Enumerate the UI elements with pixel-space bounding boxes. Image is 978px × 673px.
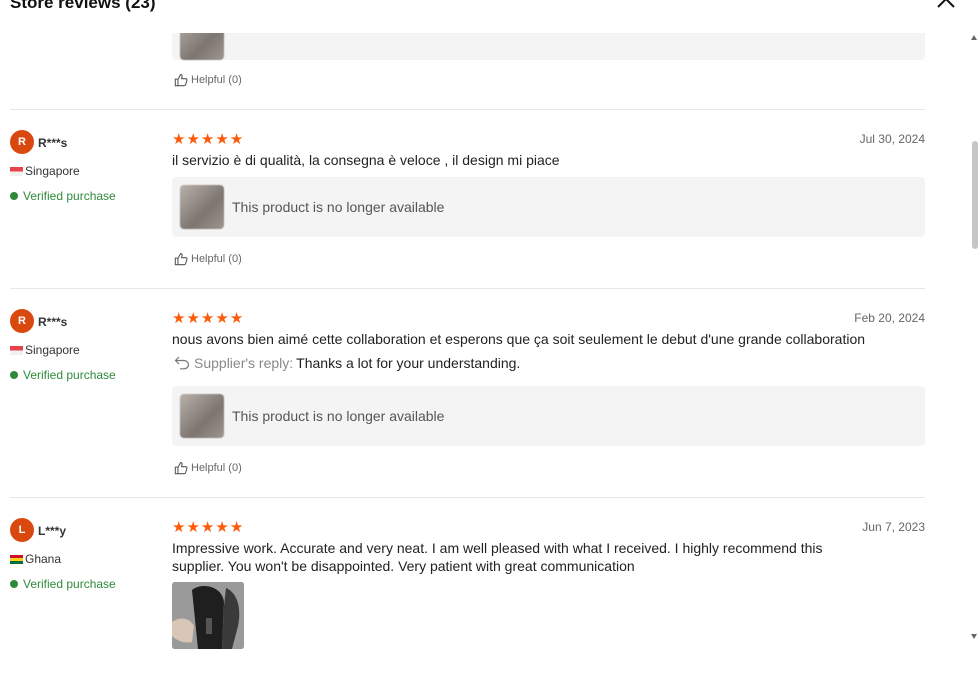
star-icon: ★ xyxy=(172,519,186,536)
product-thumbnail xyxy=(180,185,224,229)
photo-thumbnail-image xyxy=(172,582,244,649)
review-item: L L***y Ghana Verified purchase ★ ★ ★ ★ … xyxy=(0,498,940,650)
avatar: R xyxy=(10,130,34,154)
star-icon: ★ xyxy=(186,131,200,148)
thumbs-up-icon xyxy=(174,74,188,87)
review-item: Helpful (0) xyxy=(0,33,940,110)
scrollbar[interactable] xyxy=(971,33,978,650)
verified-label: Verified purchase xyxy=(23,577,116,591)
star-icon: ★ xyxy=(215,310,229,327)
thumbs-up-icon xyxy=(174,462,188,475)
singapore-flag-icon xyxy=(10,345,23,355)
star-icon: ★ xyxy=(200,519,215,536)
star-icon: ★ xyxy=(172,310,186,327)
review-text: Impressive work. Accurate and very neat.… xyxy=(172,540,823,574)
review-date: Jun 7, 2023 xyxy=(862,520,925,534)
product-card[interactable]: This product is no longer available xyxy=(172,177,925,237)
close-icon xyxy=(937,0,955,8)
reviewer-country: Ghana xyxy=(10,552,61,566)
page-title: Store reviews (23) xyxy=(10,0,156,12)
star-icon: ★ xyxy=(186,519,200,536)
helpful-button[interactable]: Helpful (0) xyxy=(174,461,242,475)
scroll-up-arrow-icon[interactable] xyxy=(971,35,977,40)
star-rating: ★ ★ ★ ★ ★ xyxy=(172,311,243,326)
verified-check-icon xyxy=(10,580,18,588)
star-rating: ★ ★ ★ ★ ★ xyxy=(172,520,243,535)
review-date: Feb 20, 2024 xyxy=(854,311,925,325)
helpful-button[interactable]: Helpful (0) xyxy=(174,252,242,266)
star-icon: ★ xyxy=(215,131,229,148)
review-photo[interactable] xyxy=(172,582,244,649)
scroll-down-arrow-icon[interactable] xyxy=(971,634,977,639)
country-label: Singapore xyxy=(25,343,80,357)
review-text: nous avons bien aimé cette collaboration… xyxy=(172,331,866,347)
ghana-flag-icon xyxy=(10,554,23,564)
star-icon: ★ xyxy=(229,519,244,536)
reviewer-country: Singapore xyxy=(10,164,80,178)
star-icon: ★ xyxy=(172,131,186,148)
reply-text: Thanks a lot for your understanding. xyxy=(296,355,521,371)
star-icon: ★ xyxy=(200,310,215,327)
product-thumbnail xyxy=(180,33,224,60)
review-date: Jul 30, 2024 xyxy=(859,132,925,146)
avatar: L xyxy=(10,518,34,542)
star-icon: ★ xyxy=(215,519,229,536)
product-thumbnail xyxy=(180,394,224,438)
verified-label: Verified purchase xyxy=(23,368,116,382)
thumbs-up-icon xyxy=(174,253,188,266)
modal-header: Store reviews (23) xyxy=(0,0,978,27)
helpful-label: Helpful (0) xyxy=(191,253,242,265)
review-item: R R***s Singapore Verified purchase ★ ★ … xyxy=(0,289,940,498)
close-button[interactable] xyxy=(934,0,958,11)
verified-check-icon xyxy=(10,192,18,200)
reply-label: Supplier's reply: xyxy=(194,355,294,371)
reviewer-name: R***s xyxy=(38,315,68,329)
verified-check-icon xyxy=(10,371,18,379)
reviewer-name: L***y xyxy=(38,524,67,538)
reply-arrow-icon xyxy=(174,356,190,370)
avatar: R xyxy=(10,309,34,333)
verified-badge: Verified purchase xyxy=(10,577,116,591)
reviewer-country: Singapore xyxy=(10,343,80,357)
supplier-reply: Supplier's reply: Thanks a lot for your … xyxy=(174,355,520,371)
country-label: Singapore xyxy=(25,164,80,178)
helpful-label: Helpful (0) xyxy=(191,462,242,474)
star-icon: ★ xyxy=(229,310,244,327)
helpful-label: Helpful (0) xyxy=(191,74,242,86)
product-card[interactable]: This product is no longer available xyxy=(172,386,925,446)
review-text: il servizio è di qualità, la consegna è … xyxy=(172,152,560,168)
verified-label: Verified purchase xyxy=(23,189,116,203)
star-icon: ★ xyxy=(200,131,215,148)
star-icon: ★ xyxy=(186,310,200,327)
verified-badge: Verified purchase xyxy=(10,368,116,382)
star-rating: ★ ★ ★ ★ ★ xyxy=(172,132,243,147)
product-unavailable-text: This product is no longer available xyxy=(232,408,445,424)
review-item: R R***s Singapore Verified purchase ★ ★ … xyxy=(0,110,940,289)
product-card[interactable] xyxy=(172,33,925,60)
singapore-flag-icon xyxy=(10,166,23,176)
helpful-button[interactable]: Helpful (0) xyxy=(174,73,242,87)
reviewer-name: R***s xyxy=(38,136,68,150)
verified-badge: Verified purchase xyxy=(10,189,116,203)
review-list[interactable]: Helpful (0) R R***s Singapore Verified p… xyxy=(0,33,940,650)
country-label: Ghana xyxy=(25,552,62,566)
star-icon: ★ xyxy=(229,131,244,148)
product-unavailable-text: This product is no longer available xyxy=(232,199,445,215)
scroll-thumb[interactable] xyxy=(972,141,978,249)
